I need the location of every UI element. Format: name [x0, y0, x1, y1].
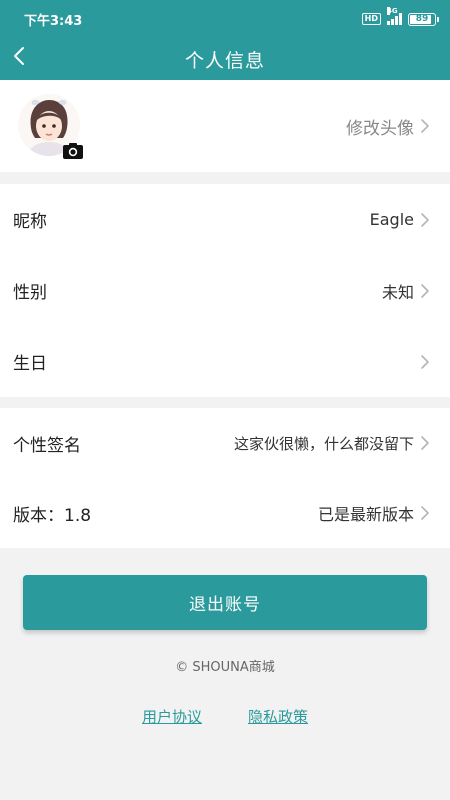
user-agreement-link[interactable]: 用户协议	[142, 706, 202, 727]
nickname-value: Eagle	[369, 210, 414, 229]
chevron-right-icon	[421, 283, 429, 298]
hd-icon: HD	[361, 13, 381, 25]
nickname-row[interactable]: 昵称 Eagle	[0, 184, 450, 255]
status-bar: 下午3:43 HD 4G 89	[0, 0, 450, 38]
status-time: 下午3:43	[24, 13, 83, 29]
extra-info-group: 个性签名 这家伙很懒，什么都没留下 版本：1.8 已是最新版本	[0, 408, 450, 548]
battery-level: 89	[415, 14, 429, 24]
network-type: 4G	[387, 7, 398, 15]
nickname-label: 昵称	[13, 212, 47, 232]
copyright-text: © SHOUNA商城	[175, 660, 275, 675]
gender-label: 性别	[13, 283, 47, 303]
change-avatar-link[interactable]: 修改头像	[346, 114, 430, 139]
chevron-right-icon	[421, 119, 429, 133]
chevron-right-icon	[421, 506, 429, 520]
signature-value: 这家伙很懒，什么都没留下	[233, 434, 414, 453]
avatar-row[interactable]: 修改头像	[0, 80, 450, 172]
status-icons: HD 4G 89	[361, 7, 439, 26]
logout-button[interactable]: 退出账号	[23, 575, 427, 630]
privacy-policy-link[interactable]: 隐私政策	[248, 706, 308, 727]
change-avatar-label: 修改头像	[346, 118, 414, 139]
chevron-right-icon	[421, 354, 429, 369]
chevron-right-icon	[421, 436, 429, 450]
birthday-row[interactable]: 生日	[0, 326, 450, 397]
gender-value: 未知	[381, 282, 414, 302]
version-label: 版本：1.8	[13, 505, 92, 526]
signature-label: 个性签名	[13, 435, 81, 456]
chevron-right-icon	[421, 212, 429, 227]
camera-icon[interactable]	[62, 142, 84, 160]
chevron-left-icon[interactable]	[8, 42, 42, 76]
battery-icon: 89	[408, 12, 439, 26]
version-row[interactable]: 版本：1.8 已是最新版本	[0, 478, 450, 548]
birthday-label: 生日	[13, 354, 47, 374]
signal-icon: 4G	[387, 7, 402, 25]
page-title: 个人信息	[184, 49, 265, 72]
avatar-container[interactable]	[18, 92, 84, 160]
profile-info-group: 昵称 Eagle 性别 未知 生日	[0, 184, 450, 397]
footer-links: 用户协议 隐私政策	[0, 706, 450, 727]
version-status: 已是最新版本	[317, 505, 414, 524]
nav-bar: 个人信息	[0, 38, 450, 80]
signature-row[interactable]: 个性签名 这家伙很懒，什么都没留下	[0, 408, 450, 478]
gender-row[interactable]: 性别 未知	[0, 255, 450, 326]
